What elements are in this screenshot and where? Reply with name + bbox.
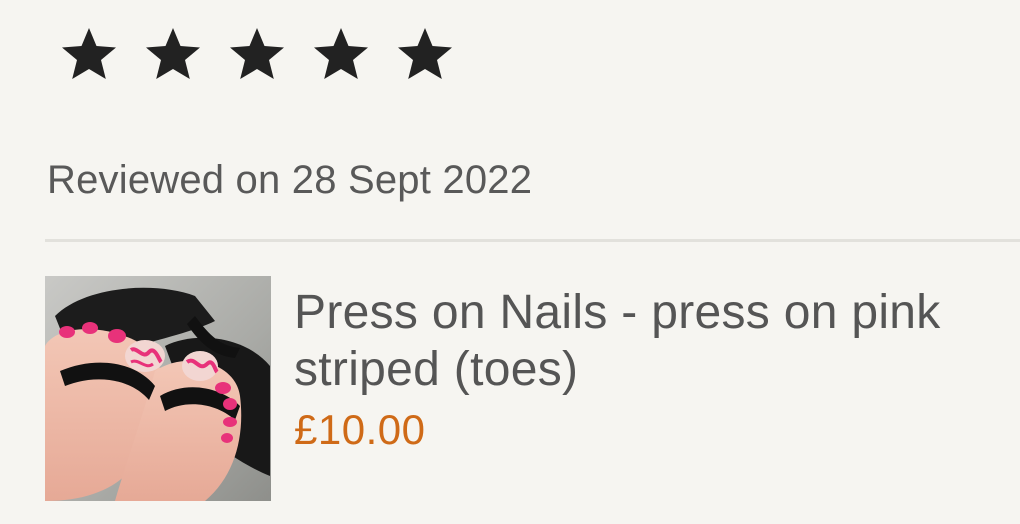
star-icon bbox=[58, 24, 120, 86]
product-title[interactable]: Press on Nails - press on pink striped (… bbox=[294, 284, 1014, 398]
product-price: £10.00 bbox=[294, 406, 426, 453]
review-date: Reviewed on 28 Sept 2022 bbox=[47, 158, 533, 202]
star-icon bbox=[394, 24, 456, 86]
star-icon bbox=[226, 24, 288, 86]
star-icon bbox=[310, 24, 372, 86]
star-rating bbox=[58, 24, 456, 86]
divider bbox=[45, 239, 1020, 242]
star-icon bbox=[142, 24, 204, 86]
product-thumbnail[interactable] bbox=[45, 276, 271, 501]
product-link[interactable]: Press on Nails - press on pink striped (… bbox=[45, 276, 1020, 502]
review-card: Reviewed on 28 Sept 2022 Press on Nails … bbox=[0, 0, 1020, 524]
